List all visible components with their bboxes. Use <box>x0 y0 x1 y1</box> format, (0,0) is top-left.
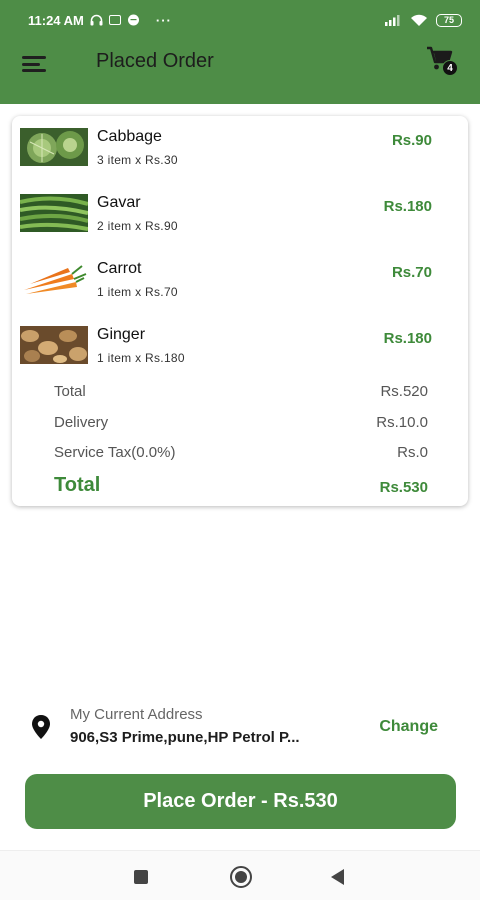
carrot-image <box>20 260 88 298</box>
item-quantity: 3 item x Rs.30 <box>97 153 178 167</box>
item-price: Rs.90 <box>391 132 432 149</box>
item-quantity: 2 item x Rs.90 <box>97 219 178 233</box>
more-notifications-icon: ··· <box>155 12 172 28</box>
order-item: Gavar 2 item x Rs.90 Rs.180 <box>20 182 460 242</box>
page-title: Placed Order <box>96 50 214 72</box>
order-item: Ginger 1 item x Rs.180 Rs.180 <box>20 314 460 374</box>
headphones-icon <box>90 14 103 26</box>
change-address-link[interactable]: Change <box>379 718 438 736</box>
grand-total-label: Total <box>54 474 101 496</box>
status-time: 11:24 AM <box>28 12 84 28</box>
item-name: Cabbage <box>97 128 162 145</box>
delivery-row: Delivery Rs.10.0 <box>54 414 428 434</box>
subtotal-row: Total Rs.520 <box>54 383 428 403</box>
delivery-value: Rs.10.0 <box>376 414 428 431</box>
menu-icon[interactable] <box>22 54 48 74</box>
app-bar: Placed Order 4 <box>0 40 480 104</box>
item-name: Gavar <box>97 194 141 211</box>
item-quantity: 1 item x Rs.70 <box>97 285 178 299</box>
location-pin-icon <box>32 715 50 739</box>
subtotal-label: Total <box>54 383 86 400</box>
battery-icon: 75 <box>436 13 462 27</box>
service-tax-row: Service Tax(0.0%) Rs.0 <box>54 444 428 464</box>
chat-icon <box>127 14 139 25</box>
gavar-image <box>20 194 88 232</box>
wifi-icon <box>411 14 427 26</box>
place-order-button[interactable]: Place Order - Rs.530 <box>25 774 456 829</box>
order-item: Carrot 1 item x Rs.70 Rs.70 <box>20 248 460 308</box>
grand-total-value: Rs.530 <box>379 479 428 496</box>
service-tax-value: Rs.0 <box>397 444 428 461</box>
item-price: Rs.70 <box>391 264 432 281</box>
signal-icon <box>385 15 400 26</box>
cart-count-badge: 4 <box>442 60 458 76</box>
order-summary-card: Cabbage 3 item x Rs.30 Rs.90 Gavar 2 ite… <box>12 116 468 506</box>
message-icon <box>108 15 121 25</box>
item-price: Rs.180 <box>383 330 432 347</box>
cabbage-image <box>20 128 88 166</box>
item-price: Rs.180 <box>383 198 432 215</box>
delivery-address: My Current Address 906,S3 Prime,pune,HP … <box>30 700 450 750</box>
grand-total-row: Total Rs.530 <box>54 474 428 500</box>
address-text: 906,S3 Prime,pune,HP Petrol P... <box>70 729 300 746</box>
delivery-label: Delivery <box>54 414 109 431</box>
status-bar: 11:24 AM ··· 75 <box>0 0 480 40</box>
recent-apps-icon[interactable] <box>134 870 148 884</box>
subtotal-value: Rs.520 <box>380 383 428 400</box>
system-navigation-bar <box>0 850 480 900</box>
cart-button[interactable]: 4 <box>426 46 458 76</box>
address-title: My Current Address <box>70 706 203 723</box>
ginger-image <box>20 326 88 364</box>
item-quantity: 1 item x Rs.180 <box>97 351 185 365</box>
back-icon[interactable] <box>331 869 344 885</box>
service-tax-label: Service Tax(0.0%) <box>54 444 176 461</box>
item-name: Ginger <box>97 326 146 343</box>
order-item: Cabbage 3 item x Rs.30 Rs.90 <box>20 116 460 176</box>
home-icon[interactable] <box>230 866 252 888</box>
item-name: Carrot <box>97 260 142 277</box>
